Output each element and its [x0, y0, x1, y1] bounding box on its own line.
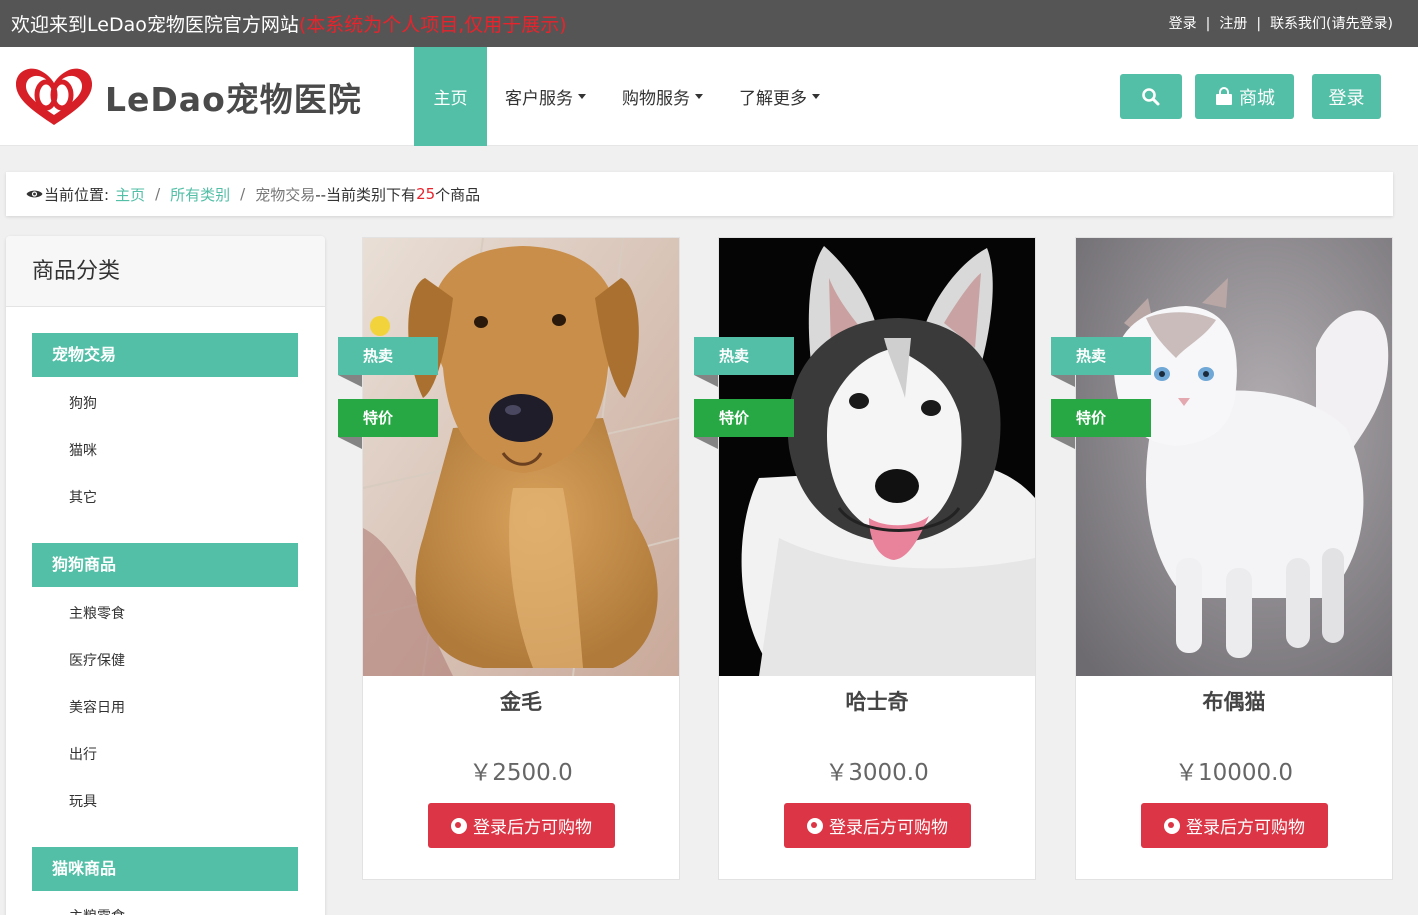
- breadcrumb: 当前位置: 主页 / 所有类别 / 宠物交易 --当前类别下有 25 个商品: [6, 172, 1393, 216]
- login-to-buy-button[interactable]: 登录后方可购物: [1141, 803, 1328, 848]
- project-note: (本系统为个人项目,仅用于展示): [298, 14, 567, 36]
- sidebar-item-dog-toys[interactable]: 玩具: [69, 791, 97, 811]
- nav-home-label: 主页: [433, 89, 468, 109]
- globe-icon: [1164, 817, 1180, 834]
- special-price-ribbon: 特价: [694, 399, 794, 449]
- login-to-buy-button[interactable]: 登录后方可购物: [784, 803, 971, 848]
- heart-logo-icon: [15, 68, 93, 125]
- top-links: 登录 | 注册 | 联系我们(请先登录): [1169, 13, 1393, 33]
- top-register-link[interactable]: 注册: [1219, 16, 1247, 32]
- sidebar-group-dog-goods[interactable]: 狗狗商品: [32, 543, 298, 587]
- product-name[interactable]: 布偶猫: [1076, 686, 1392, 716]
- product-price: ￥2500.0: [469, 760, 573, 786]
- nav-customer-service-label: 客户服务: [505, 89, 573, 109]
- buy-button-label: 登录后方可购物: [473, 818, 592, 838]
- sidebar-item-cat-food[interactable]: 主粮零食: [69, 906, 125, 915]
- top-contact-link[interactable]: 联系我们(请先登录): [1270, 16, 1393, 32]
- nav-learn-more[interactable]: 了解更多: [721, 47, 838, 146]
- nav-customer-service[interactable]: 客户服务: [487, 47, 604, 146]
- welcome-message: 欢迎来到LeDao宠物医院官方网站(本系统为个人项目,仅用于展示): [11, 10, 567, 37]
- product-price: ￥3000.0: [825, 760, 929, 786]
- search-icon: [1142, 87, 1160, 105]
- product-price: ￥10000.0: [1174, 760, 1294, 786]
- hot-sale-ribbon: 热卖: [1051, 337, 1151, 387]
- sidebar-group-pet-trade[interactable]: 宠物交易: [32, 333, 298, 377]
- breadcrumb-count-text: --当前类别下有: [315, 185, 417, 204]
- breadcrumb-prefix: 当前位置:: [44, 185, 110, 204]
- sidebar-title: 商品分类: [6, 236, 325, 307]
- breadcrumb-current: 宠物交易: [255, 185, 316, 204]
- breadcrumb-count-suffix: 个商品: [435, 185, 481, 204]
- hot-sale-ribbon: 热卖: [338, 337, 438, 387]
- sidebar-item-dog-food[interactable]: 主粮零食: [69, 603, 125, 623]
- sidebar-item-others[interactable]: 其它: [69, 487, 97, 507]
- top-login-link[interactable]: 登录: [1169, 16, 1197, 32]
- nav-shopping-service[interactable]: 购物服务: [604, 47, 721, 146]
- nav-learn-more-label: 了解更多: [739, 89, 807, 109]
- shop-button[interactable]: 商城: [1195, 74, 1294, 119]
- product-card[interactable]: 热卖 特价 金毛 ￥2500.0 登录后方可购物: [338, 237, 680, 880]
- search-button[interactable]: [1120, 74, 1182, 119]
- nav-shopping-service-label: 购物服务: [622, 89, 690, 109]
- top-separator: |: [1205, 16, 1211, 32]
- login-button-label: 登录: [1328, 87, 1365, 109]
- top-bar: 欢迎来到LeDao宠物医院官方网站(本系统为个人项目,仅用于展示) 登录 | 注册 |…: [0, 0, 1418, 47]
- top-separator: |: [1256, 16, 1262, 32]
- sidebar-item-dog-travel[interactable]: 出行: [69, 744, 97, 764]
- login-to-buy-button[interactable]: 登录后方可购物: [428, 803, 615, 848]
- caret-down-icon: [695, 94, 703, 99]
- product-card[interactable]: 热卖 特价 哈士奇 ￥3000.0 登录后方可购物: [694, 237, 1036, 880]
- site-logo[interactable]: LeDao宠物医院: [13, 65, 362, 129]
- globe-icon: [451, 817, 467, 834]
- sidebar-item-cats[interactable]: 猫咪: [69, 440, 97, 460]
- nav-home[interactable]: 主页: [414, 47, 487, 146]
- category-sidebar: 商品分类 宠物交易 狗狗 猫咪 其它 狗狗商品 主粮零食 医疗保健 美容日用 出…: [6, 236, 325, 915]
- sidebar-item-dog-grooming[interactable]: 美容日用: [69, 697, 125, 717]
- special-price-ribbon: 特价: [338, 399, 438, 449]
- breadcrumb-home-link[interactable]: 主页: [115, 184, 145, 205]
- caret-down-icon: [812, 94, 820, 99]
- breadcrumb-count: 25: [416, 185, 436, 203]
- caret-down-icon: [578, 94, 586, 99]
- sidebar-group-cat-goods[interactable]: 猫咪商品: [32, 847, 298, 891]
- eye-icon: [26, 190, 43, 198]
- special-price-ribbon: 特价: [1051, 399, 1151, 449]
- globe-icon: [807, 817, 823, 834]
- breadcrumb-all-link[interactable]: 所有类别: [170, 184, 230, 205]
- product-name[interactable]: 哈士奇: [719, 686, 1035, 716]
- shop-button-label: 商城: [1239, 87, 1275, 109]
- ragdoll-cat-photo[interactable]: [1076, 238, 1392, 676]
- breadcrumb-separator: /: [155, 185, 161, 203]
- product-name[interactable]: 金毛: [363, 686, 679, 716]
- buy-button-label: 登录后方可购物: [829, 818, 948, 838]
- golden-retriever-photo[interactable]: [363, 238, 679, 676]
- login-button[interactable]: 登录: [1312, 74, 1381, 119]
- logo-text: LeDao宠物医院: [105, 80, 362, 119]
- breadcrumb-separator: /: [240, 185, 246, 203]
- header: LeDao宠物医院 主页 客户服务 购物服务 了解更多 商城 登录: [0, 47, 1418, 146]
- shopping-bag-icon: [1216, 86, 1232, 105]
- product-card[interactable]: 热卖 特价 布偶猫 ￥10000.0 登录后方可购物: [1051, 237, 1393, 880]
- sidebar-item-dogs[interactable]: 狗狗: [69, 393, 97, 413]
- main-nav: 主页 客户服务 购物服务 了解更多: [414, 47, 838, 146]
- buy-button-label: 登录后方可购物: [1186, 818, 1305, 838]
- welcome-text: 欢迎来到LeDao宠物医院官方网站: [11, 14, 299, 36]
- husky-photo[interactable]: [719, 238, 1035, 676]
- sidebar-item-dog-health[interactable]: 医疗保健: [69, 650, 125, 670]
- hot-sale-ribbon: 热卖: [694, 337, 794, 387]
